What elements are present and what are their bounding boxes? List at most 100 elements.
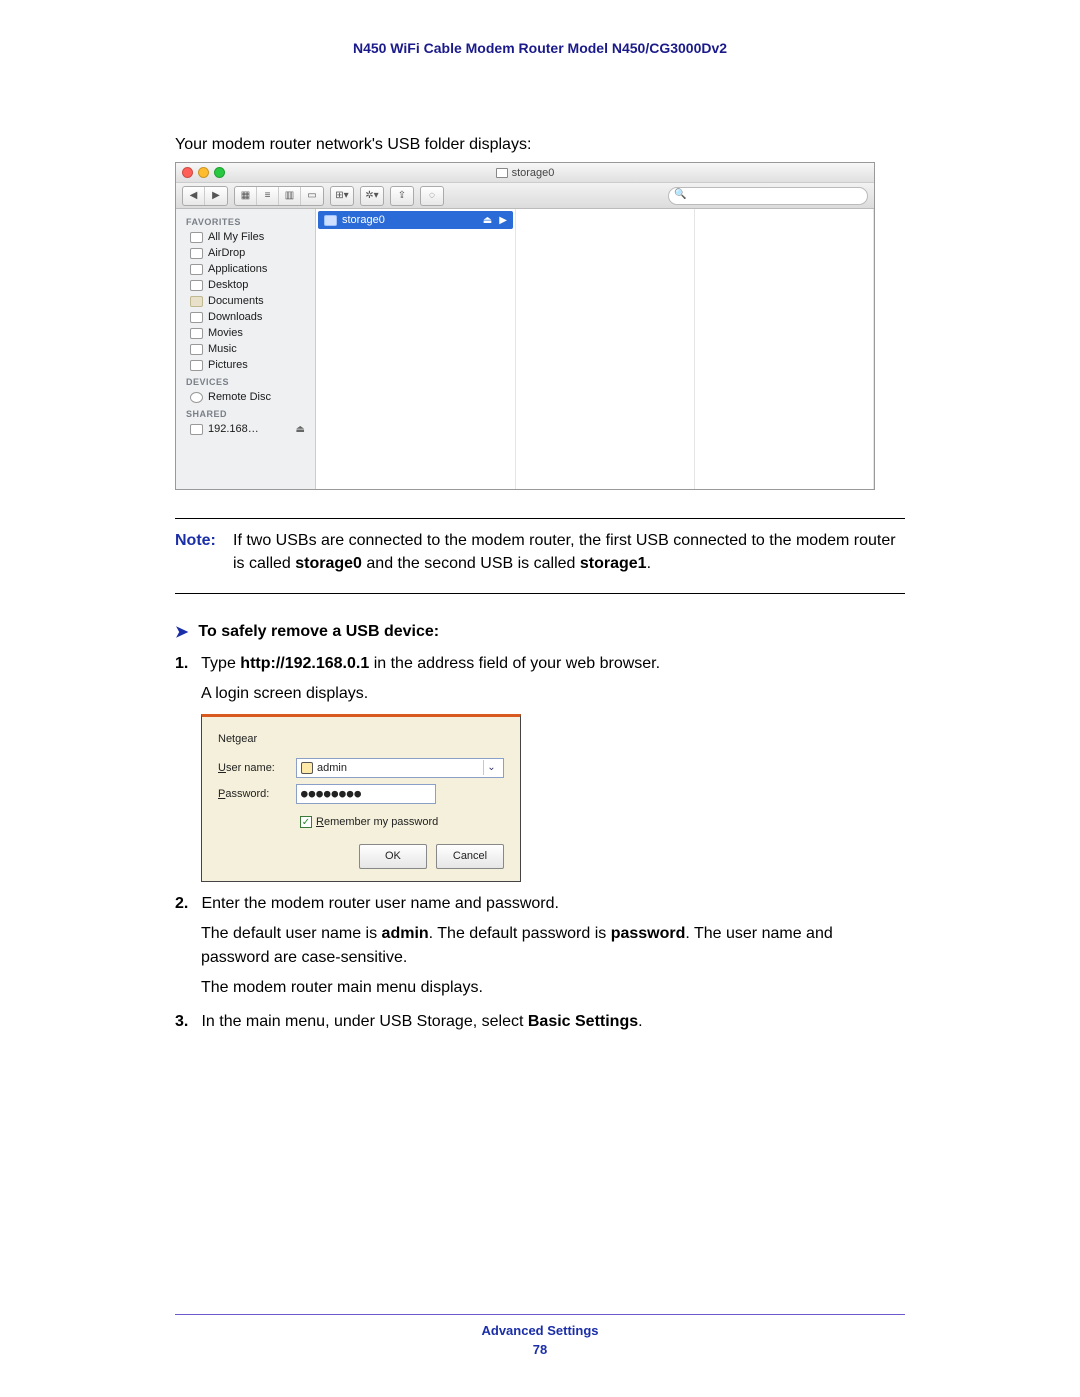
finder-toolbar: ◀ ▶ ▦ ≡ ▥ ▭ ⊞▾ ✲▾ ⇪ ◌ 🔍 (176, 183, 874, 209)
icon-view-icon[interactable]: ▦ (235, 187, 257, 205)
sidebar-item-label: Remote Disc (208, 391, 271, 403)
documents-icon (190, 296, 203, 307)
nav-buttons[interactable]: ◀ ▶ (182, 186, 228, 206)
key-icon (301, 762, 313, 774)
sidebar-item-movies[interactable]: Movies (176, 325, 315, 341)
action-button[interactable]: ✲▾ (360, 186, 384, 206)
arrange-button[interactable]: ⊞▾ (330, 186, 354, 206)
sidebar-item-documents[interactable]: Documents (176, 293, 315, 309)
step-text: The default user name is admin. The defa… (201, 922, 905, 970)
close-icon[interactable] (182, 167, 193, 178)
coverflow-view-icon[interactable]: ▭ (301, 187, 323, 205)
sidebar-item-label: AirDrop (208, 247, 245, 259)
finder-sidebar: FAVORITES All My Files AirDrop Applicati… (176, 209, 316, 489)
tag-icon[interactable]: ◌ (421, 187, 443, 205)
zoom-icon[interactable] (214, 167, 225, 178)
eject-icon[interactable]: ⏏ (483, 215, 492, 226)
footer-section: Advanced Settings (175, 1323, 905, 1338)
column-view-icon[interactable]: ▥ (279, 187, 301, 205)
step-text: In the main menu, under USB Storage, sel… (201, 1013, 527, 1030)
finder-column-2 (516, 209, 695, 489)
share-icon[interactable]: ⇪ (391, 187, 413, 205)
tags-button[interactable]: ◌ (420, 186, 444, 206)
drive-icon (496, 168, 508, 178)
sidebar-item-label: Applications (208, 263, 267, 275)
step-bold: Basic Settings (528, 1013, 638, 1030)
step-text: The modem router main menu displays. (201, 976, 905, 1000)
chevron-down-icon[interactable]: ⌄ (483, 760, 499, 775)
list-view-icon[interactable]: ≡ (257, 187, 279, 205)
step-text: Enter the modem router user name and pas… (201, 895, 559, 912)
search-icon: 🔍 (674, 189, 686, 200)
sidebar-item-airdrop[interactable]: AirDrop (176, 245, 315, 261)
login-dialog: Netgear UUser name:ser name: admin ⌄ Pas (201, 714, 521, 882)
cancel-button[interactable]: Cancel (436, 844, 504, 869)
gear-icon[interactable]: ✲▾ (361, 187, 383, 205)
ok-button[interactable]: OK (359, 844, 427, 869)
note-bold: storage1 (580, 555, 647, 572)
finder-window: storage0 ◀ ▶ ▦ ≡ ▥ ▭ ⊞▾ ✲▾ ⇪ (175, 162, 875, 490)
sidebar-item-label: Downloads (208, 311, 262, 323)
pictures-icon (190, 360, 203, 371)
step-text: . (638, 1013, 642, 1030)
sidebar-item-pictures[interactable]: Pictures (176, 357, 315, 373)
step-number: 3. (175, 1010, 197, 1034)
minimize-icon[interactable] (198, 167, 209, 178)
chevron-right-icon: ▶ (495, 215, 507, 226)
checkbox-icon[interactable]: ✓ (300, 816, 312, 828)
sidebar-item-all-my-files[interactable]: All My Files (176, 229, 315, 245)
footer-divider (175, 1314, 905, 1315)
step-number: 1. (175, 652, 197, 676)
back-icon[interactable]: ◀ (183, 187, 205, 205)
disc-icon (190, 392, 203, 403)
selected-volume-label: storage0 (342, 214, 385, 226)
drive-icon (324, 215, 337, 226)
eject-icon[interactable]: ⏏ (296, 424, 305, 435)
sidebar-item-shared-server[interactable]: 192.168… ⏏ (176, 421, 315, 437)
share-button[interactable]: ⇪ (390, 186, 414, 206)
sidebar-head-devices: DEVICES (176, 373, 315, 389)
login-brand: Netgear (218, 731, 504, 748)
search-input[interactable] (668, 187, 868, 205)
step-text: in the address field of your web browser… (369, 655, 660, 672)
remember-checkbox-row[interactable]: ✓ Remember my password Remember my passw… (300, 814, 504, 831)
username-field[interactable]: admin ⌄ (296, 758, 504, 778)
music-icon (190, 344, 203, 355)
step-3: 3. In the main menu, under USB Storage, … (201, 1010, 905, 1034)
server-icon (190, 424, 203, 435)
note-label: Note: (175, 529, 233, 575)
step-bold: password (611, 925, 686, 942)
sidebar-item-applications[interactable]: Applications (176, 261, 315, 277)
text-part: The default user name is (201, 925, 382, 942)
sidebar-item-downloads[interactable]: Downloads (176, 309, 315, 325)
divider (175, 593, 905, 594)
sidebar-item-label: Music (208, 343, 237, 355)
sidebar-item-remote-disc[interactable]: Remote Disc (176, 389, 315, 405)
sidebar-item-label: Desktop (208, 279, 248, 291)
note-text-part: . (647, 555, 651, 572)
sidebar-item-label: Pictures (208, 359, 248, 371)
arrange-icon[interactable]: ⊞▾ (331, 187, 353, 205)
step-2: 2. Enter the modem router user name and … (201, 892, 905, 1000)
sidebar-item-desktop[interactable]: Desktop (176, 277, 315, 293)
procedure-heading: ➤ To safely remove a USB device: (175, 622, 905, 642)
forward-icon[interactable]: ▶ (205, 187, 227, 205)
intro-text: Your modem router network's USB folder d… (175, 136, 905, 154)
step-text: Type (201, 655, 240, 672)
password-field[interactable]: ●●●●●●●● (296, 784, 436, 804)
footer-page-number: 78 (175, 1342, 905, 1357)
window-title: storage0 (512, 167, 555, 179)
sidebar-head-shared: SHARED (176, 405, 315, 421)
step-bold: http://192.168.0.1 (240, 655, 369, 672)
view-buttons[interactable]: ▦ ≡ ▥ ▭ (234, 186, 324, 206)
finder-titlebar: storage0 (176, 163, 874, 183)
sidebar-item-label: 192.168… (208, 423, 259, 435)
selected-volume-row[interactable]: storage0 ⏏ ▶ (318, 211, 513, 229)
window-controls[interactable] (182, 167, 225, 178)
applications-icon (190, 264, 203, 275)
step-bold: admin (382, 925, 429, 942)
all-my-files-icon (190, 232, 203, 243)
divider (175, 518, 905, 519)
note-bold: storage0 (295, 555, 362, 572)
sidebar-item-music[interactable]: Music (176, 341, 315, 357)
